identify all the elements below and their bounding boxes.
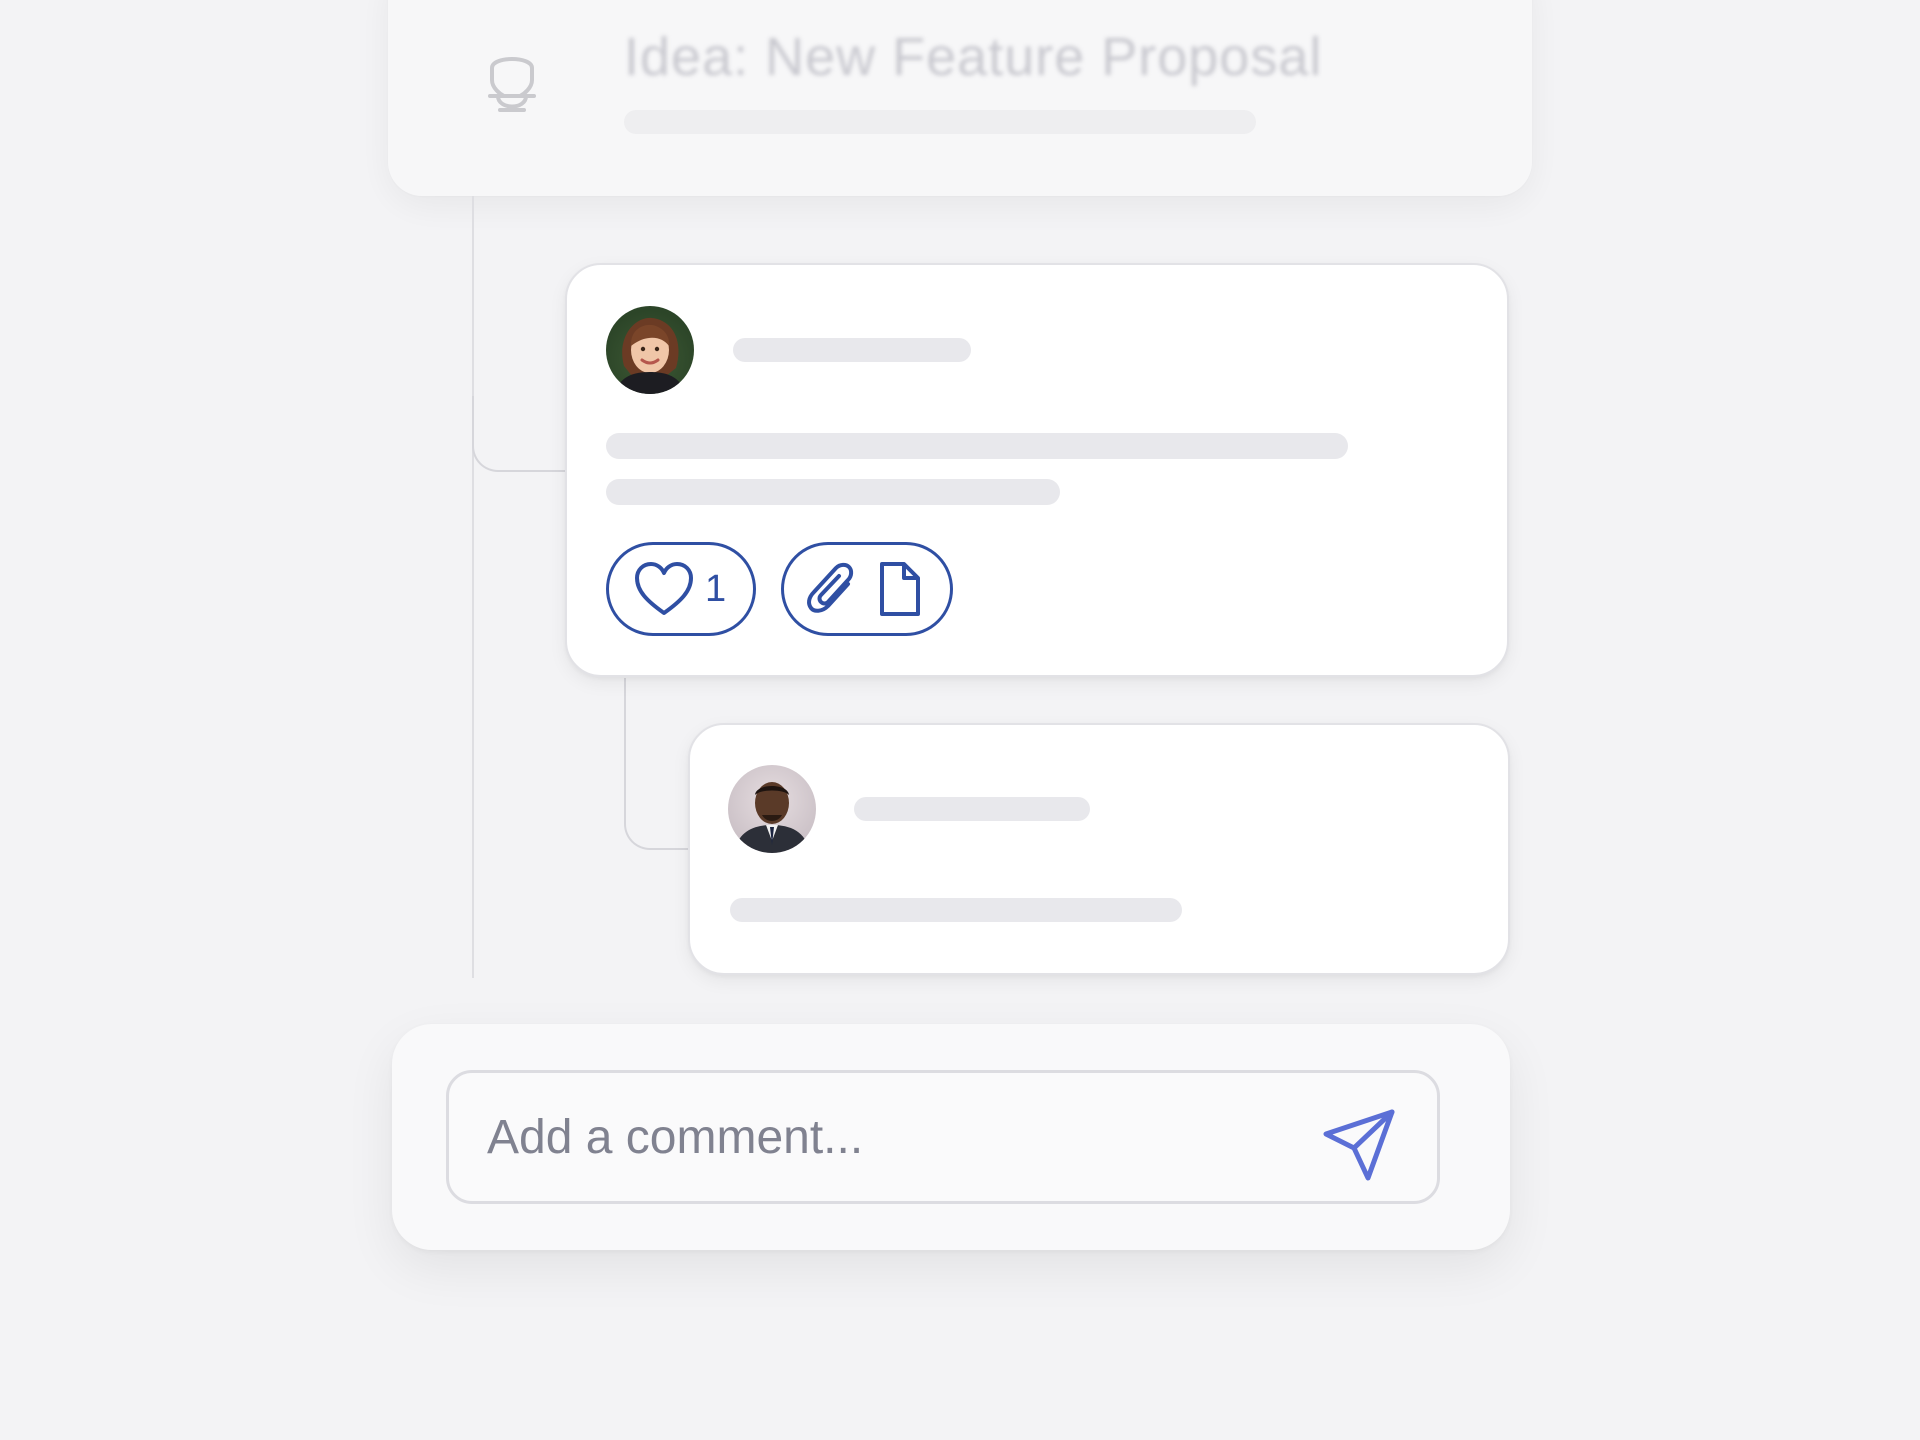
thread-connector-elbow [472, 396, 568, 472]
reply-card[interactable] [688, 723, 1510, 975]
author-name-placeholder [733, 338, 971, 362]
like-button[interactable]: 1 [606, 542, 756, 636]
avatar[interactable] [606, 306, 694, 394]
idea-title: Idea: New Feature Proposal [624, 27, 1323, 87]
idea-description-placeholder [624, 110, 1256, 134]
comment-input[interactable] [446, 1070, 1440, 1204]
lightbulb-icon [484, 50, 540, 122]
send-button[interactable] [1320, 1104, 1400, 1184]
reply-text-placeholder [730, 898, 1182, 922]
comment-composer [392, 1024, 1510, 1250]
comment-card[interactable]: 1 [565, 263, 1509, 677]
comment-text-placeholder [606, 433, 1348, 459]
paperclip-icon [806, 560, 858, 618]
author-name-placeholder [854, 797, 1090, 821]
attachment-button[interactable] [781, 542, 953, 636]
comment-text-placeholder [606, 479, 1060, 505]
document-icon [876, 560, 922, 618]
like-count: 1 [705, 567, 727, 610]
thread-connector-line [472, 196, 474, 978]
send-icon [1320, 1104, 1400, 1184]
idea-card[interactable]: Idea: New Feature Proposal [388, 0, 1532, 196]
avatar[interactable] [728, 765, 816, 853]
reply-connector-elbow [624, 678, 692, 850]
heart-icon [633, 561, 695, 617]
